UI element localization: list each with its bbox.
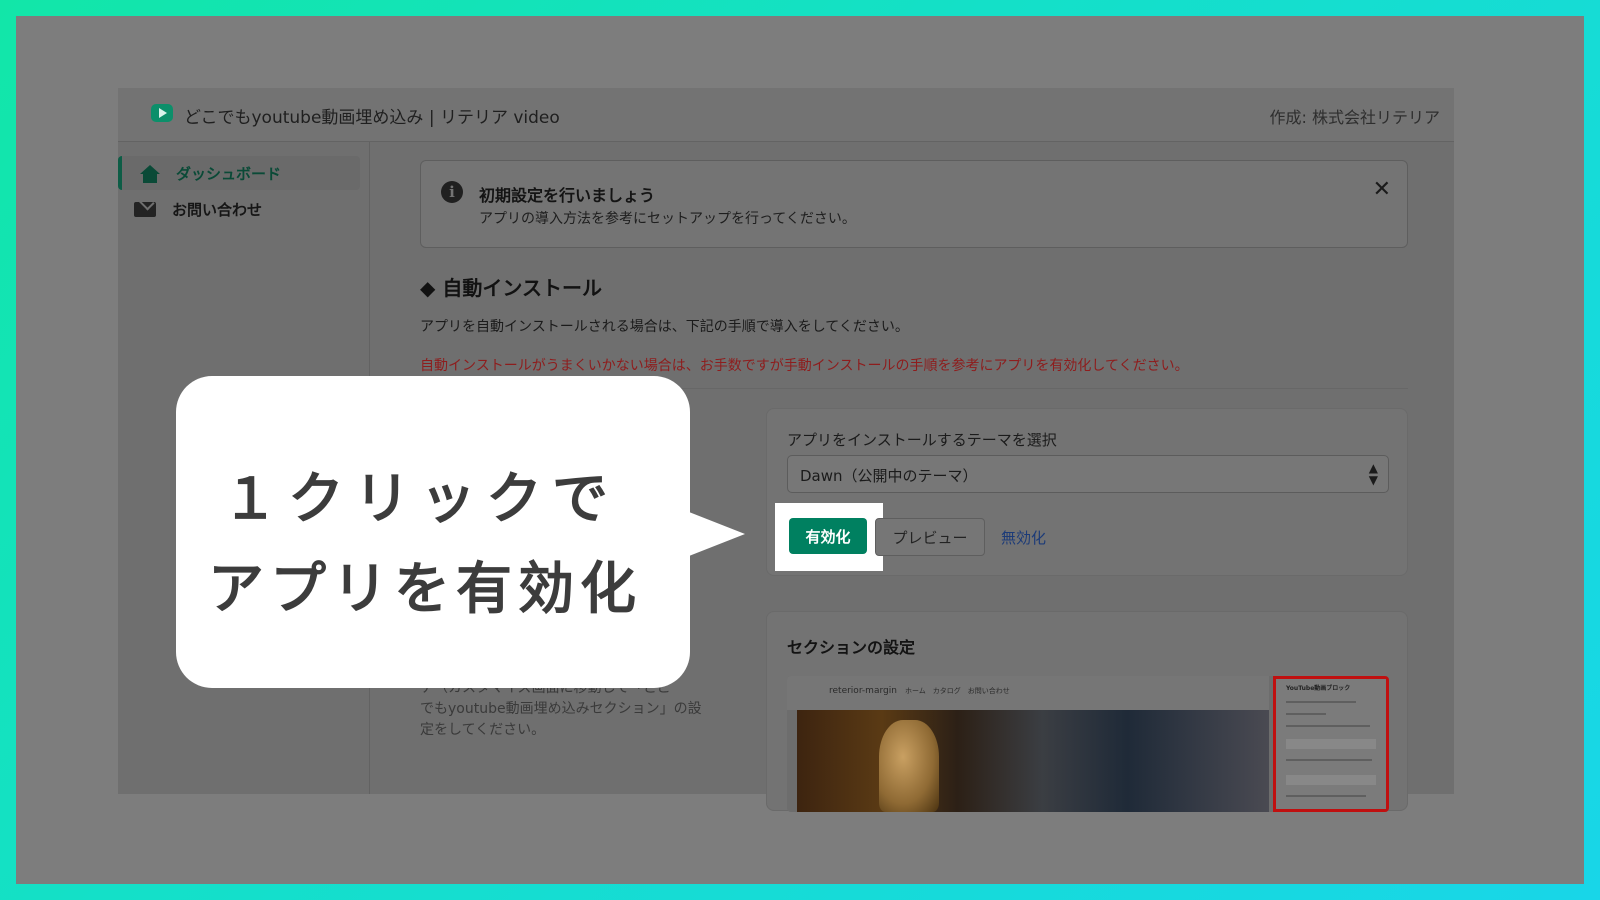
install-warning: 自動インストールがうまくいかない場合は、お手数ですが手動インストールの手順を参考…	[420, 358, 1189, 374]
callout-line-1: １クリックで	[222, 467, 618, 532]
section-settings-title: セクションの設定	[787, 638, 916, 657]
preview-panel-line	[1286, 725, 1370, 727]
preview-settings-panel: YouTube動画ブロック	[1273, 676, 1389, 812]
author-label: 作成: 株式会社リテリア	[1269, 108, 1440, 127]
sidebar-item-label: ダッシュボード	[176, 164, 282, 183]
preview-button[interactable]: プレビュー	[875, 518, 985, 556]
setup-banner: i 初期設定を行いましょう アプリの導入方法を参考にセットアップを行ってください…	[420, 160, 1408, 248]
callout-line-2: アプリを有効化	[208, 557, 642, 622]
callout-bubble: １クリックで アプリを有効化	[176, 376, 690, 688]
section-heading: ◆ 自動インストール	[420, 276, 602, 300]
side-text-line: でもyoutube動画埋め込みセクション」の設	[420, 701, 702, 717]
screenshot-stage: どこでもyoutube動画埋め込み | リテリア video 作成: 株式会社リ…	[16, 16, 1584, 884]
preview-panel-input	[1286, 775, 1376, 785]
preview-store-header: reterior-margin ホーム カタログ お問い合わせ	[787, 676, 1269, 710]
callout-pointer	[689, 512, 745, 556]
home-icon	[138, 163, 162, 183]
preview-panel-input	[1286, 739, 1376, 749]
theme-preview-image: reterior-margin ホーム カタログ お問い合わせ YouTube動…	[787, 676, 1389, 812]
select-arrows-icon: ▲ ▼	[1368, 461, 1378, 487]
banner-title: 初期設定を行いましょう	[479, 186, 656, 205]
theme-select[interactable]: Dawn（公開中のテーマ） ▲ ▼	[787, 455, 1389, 493]
preview-panel-title: YouTube動画ブロック	[1286, 685, 1351, 692]
sidebar-item-label: お問い合わせ	[172, 200, 263, 219]
mail-icon	[134, 199, 158, 219]
preview-panel-line	[1286, 713, 1326, 715]
theme-select-card: アプリをインストールするテーマを選択 Dawn（公開中のテーマ） ▲ ▼ 有効化 …	[766, 408, 1408, 576]
preview-panel-line	[1286, 701, 1356, 703]
banner-text: アプリの導入方法を参考にセットアップを行ってください。	[479, 211, 856, 227]
disable-link[interactable]: 無効化	[1001, 527, 1046, 548]
preview-store-brand: reterior-margin	[829, 686, 897, 696]
theme-select-value: Dawn（公開中のテーマ）	[800, 467, 978, 485]
section-settings-card: セクションの設定 reterior-margin ホーム カタログ お問い合わせ…	[766, 611, 1408, 812]
app-title: どこでもyoutube動画埋め込み | リテリア video	[184, 108, 560, 128]
sidebar-item-contact[interactable]: お問い合わせ	[118, 192, 360, 226]
preview-store-nav: ホーム カタログ お問い合わせ	[905, 687, 1010, 695]
install-description: アプリを自動インストールされる場合は、下記の手順で導入をしてください。	[420, 319, 909, 335]
close-icon[interactable]: ✕	[1373, 177, 1391, 202]
side-text-line: 定をしてください。	[420, 722, 546, 738]
preview-panel-line	[1286, 759, 1372, 761]
info-icon: i	[441, 181, 463, 203]
sidebar-item-dashboard[interactable]: ダッシュボード	[118, 156, 360, 190]
preview-hero-photo	[797, 710, 1269, 812]
lantern-shape	[879, 720, 939, 812]
youtube-play-icon	[151, 104, 173, 122]
enable-button[interactable]: 有効化	[789, 518, 867, 554]
app-header: どこでもyoutube動画埋め込み | リテリア video 作成: 株式会社リ…	[118, 88, 1454, 142]
preview-panel-line	[1286, 795, 1366, 797]
theme-select-label: アプリをインストールするテーマを選択	[787, 431, 1057, 449]
enable-button-highlight: 有効化	[775, 503, 883, 571]
